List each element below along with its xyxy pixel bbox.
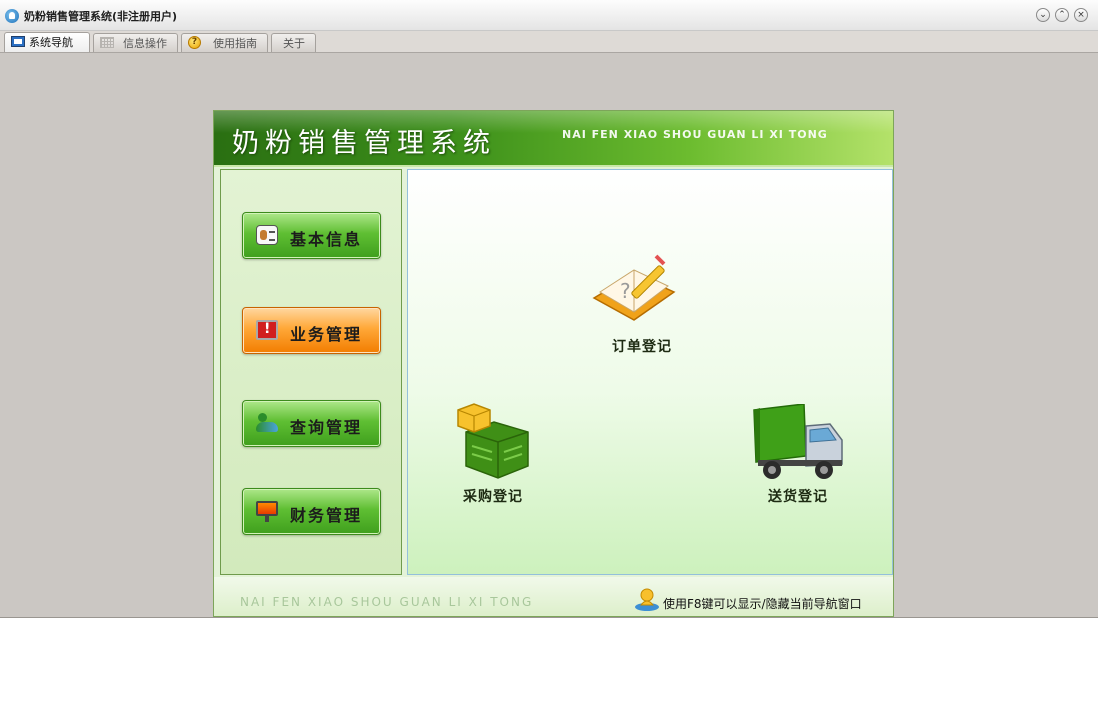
help-icon: ? [188,36,201,49]
maximize-button[interactable]: ⌃ [1055,8,1069,22]
delivery-register-label: 送货登记 [768,489,828,505]
order-register-label: 订单登记 [612,339,672,355]
window-title: 奶粉销售管理系统(非注册用户) [24,10,178,23]
header-banner: 奶粉销售管理系统 NAI FEN XIAO SHOU GUAN LI XI TO… [214,111,893,167]
nav-label: 业务管理 [290,325,363,344]
nav-basic-info-button[interactable]: 基本信息 [242,212,381,259]
app-window: 奶粉销售管理系统(非注册用户) ⌄ ⌃ × 系统导航 信息操作 ? 使用指南 关… [0,0,1098,618]
tab-system-nav[interactable]: 系统导航 [4,32,90,52]
minimize-button[interactable]: ⌄ [1036,8,1050,22]
footer-subtitle: NAI FEN XIAO SHOU GUAN LI XI TONG [240,595,534,609]
navigation-panel: 奶粉销售管理系统 NAI FEN XIAO SHOU GUAN LI XI TO… [213,110,894,617]
tab-info-operation[interactable]: 信息操作 [93,33,178,52]
purchase-register-item[interactable]: 采购登记 [448,398,548,508]
app-logo-icon [5,9,19,23]
nav-finance-mgmt-button[interactable]: 财务管理 [242,488,381,535]
nav-label: 财务管理 [290,506,363,525]
title-bar: 奶粉销售管理系统(非注册用户) ⌄ ⌃ × [0,0,1098,31]
presentation-board-icon [256,501,278,522]
close-button[interactable]: × [1074,8,1088,22]
tab-about[interactable]: 关于 [271,33,316,52]
grid-icon [100,37,114,48]
alert-computer-icon [256,320,278,340]
delivery-truck-icon [753,404,843,479]
footer-bar: NAI FEN XIAO SHOU GUAN LI XI TONG 使用F8键可… [214,577,893,616]
tab-label: 关于 [283,37,305,50]
stacked-boxes-icon [457,403,529,479]
tab-label: 系统导航 [29,36,73,49]
content-area: ? 订单登记 采购登记 送货登记 [407,169,893,575]
nav-label: 基本信息 [290,230,363,249]
nav-label: 查询管理 [290,418,363,437]
left-nav-menu: 基本信息 业务管理 查询管理 财务管理 [220,169,402,575]
id-card-icon [256,225,278,245]
banner-title: 奶粉销售管理系统 [232,128,496,159]
tab-user-guide[interactable]: ? 使用指南 [181,33,268,52]
banner-subtitle: NAI FEN XIAO SHOU GUAN LI XI TONG [562,128,828,141]
nav-query-mgmt-button[interactable]: 查询管理 [242,400,381,447]
order-register-item[interactable]: ? 订单登记 [584,252,684,356]
user-tip-icon [635,588,659,611]
tab-label: 信息操作 [123,37,167,50]
tab-label: 使用指南 [213,37,257,50]
footer-tip: 使用F8键可以显示/隐藏当前导航窗口 [663,597,862,611]
monitor-icon [11,36,25,47]
notebook-pencil-icon: ? [592,254,676,321]
delivery-register-item[interactable]: 送货登记 [744,398,854,508]
people-icon [256,413,278,433]
tab-bar: 系统导航 信息操作 ? 使用指南 关于 [0,31,1098,53]
purchase-register-label: 采购登记 [463,489,523,505]
nav-business-mgmt-button[interactable]: 业务管理 [242,307,381,354]
svg-text:?: ? [620,279,631,303]
